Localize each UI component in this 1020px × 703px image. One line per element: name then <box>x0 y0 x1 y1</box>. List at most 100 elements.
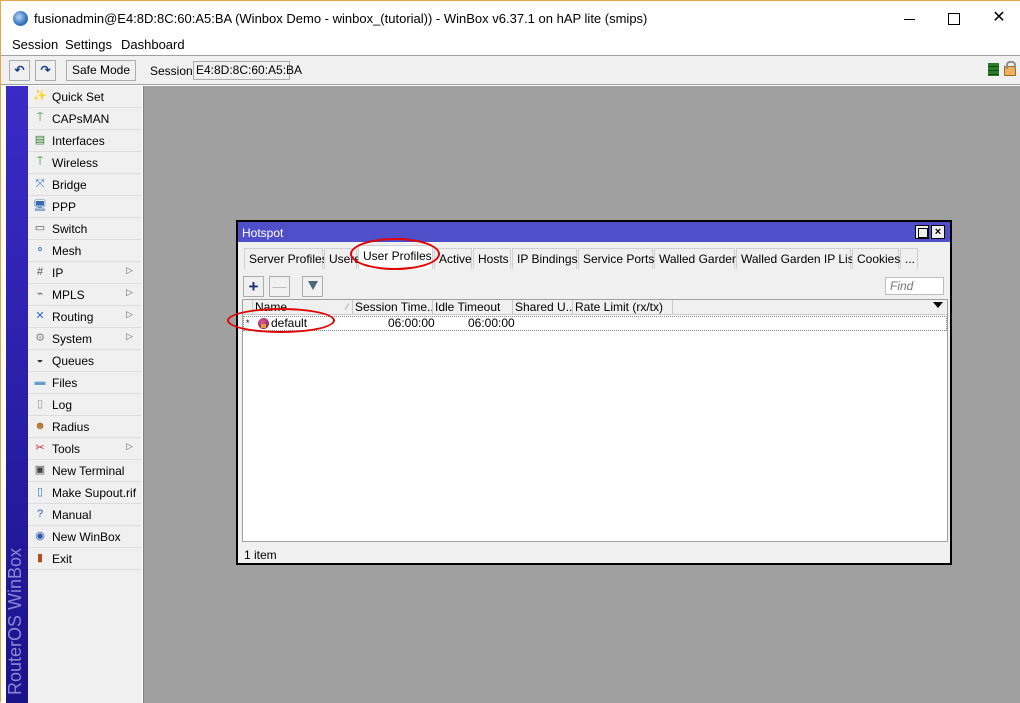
table-header: Name ⁄ Session Time... Idle Timeout Share… <box>243 300 947 315</box>
sidebar-item-label: Files <box>52 376 78 390</box>
sidebar-item-routing[interactable]: ✕ Routing ▷ <box>28 306 141 328</box>
hotspot-maximize-button[interactable] <box>915 225 929 239</box>
add-button[interactable]: + <box>243 276 264 297</box>
row-session-timeout: 06:00:00 <box>388 316 435 330</box>
sidebar-item-exit[interactable]: ▮ Exit <box>28 548 141 570</box>
column-shared-users[interactable]: Shared U... <box>513 300 573 315</box>
tab-cookies[interactable]: Cookies <box>852 248 900 269</box>
main-toolbar: ↶ ↷ Safe Mode Session: E4:8D:8C:60:A5:BA <box>1 55 1020 85</box>
wand-icon: ✨ <box>33 90 47 102</box>
antenna-icon: ⍑ <box>36 156 44 168</box>
sidebar-item-quick-set[interactable]: ✨ Quick Set <box>28 86 141 108</box>
column-name[interactable]: Name ⁄ <box>253 300 353 315</box>
sidebar-item-capsman[interactable]: ⍑ CAPsMAN <box>28 108 141 130</box>
sidebar-item-log[interactable]: ▯ Log <box>28 394 141 416</box>
winbox-icon: ◉ <box>35 530 45 542</box>
tab-more[interactable]: ... <box>900 248 918 269</box>
tab-walled-garden[interactable]: Walled Garden <box>654 248 739 269</box>
menubar: Session Settings Dashboard <box>1 35 1020 55</box>
safe-mode-button[interactable]: Safe Mode <box>66 60 136 81</box>
submenu-arrow-icon: ▷ <box>126 441 133 451</box>
sidebar-item-new-terminal[interactable]: ▣ New Terminal <box>28 460 141 482</box>
close-button[interactable]: ✕ <box>977 5 1020 31</box>
sidebar-item-make-supout-rif[interactable]: ▯ Make Supout.rif <box>28 482 141 504</box>
sidebar-item-mesh[interactable]: ⚬ Mesh <box>28 240 141 262</box>
folder-icon: ▬ <box>34 376 46 388</box>
exit-door-icon: ▮ <box>36 552 44 564</box>
file-export-icon: ▯ <box>36 486 44 498</box>
switch-icon: ▭ <box>34 222 46 234</box>
sidebar-item-label: Bridge <box>52 178 87 192</box>
tab-hosts[interactable]: Hosts <box>473 248 511 269</box>
remove-button[interactable]: — <box>269 276 290 297</box>
tab-walled-garden-ip-list[interactable]: Walled Garden IP List <box>736 248 857 269</box>
menu-dashboard[interactable]: Dashboard <box>121 37 185 52</box>
sidebar-item-label: Make Supout.rif <box>52 486 137 500</box>
tag-icon: ⌁ <box>36 288 44 300</box>
sidebar-item-ppp[interactable]: 🖥 PPP <box>28 196 141 218</box>
filter-button[interactable] <box>302 276 323 297</box>
hotspot-close-button[interactable]: × <box>931 225 945 239</box>
sidebar-item-label: New Terminal <box>52 464 125 478</box>
tab-ip-bindings[interactable]: IP Bindings <box>512 248 578 269</box>
connection-status-icon <box>988 63 999 76</box>
tab-user-profiles[interactable]: User Profiles <box>358 245 433 269</box>
bridge-icon: ⤧ <box>35 178 45 190</box>
hotspot-titlebar[interactable]: Hotspot × <box>238 222 950 242</box>
redo-button[interactable]: ↷ <box>35 60 56 81</box>
undo-button[interactable]: ↶ <box>9 60 30 81</box>
menu-session[interactable]: Session <box>12 37 58 52</box>
sidebar-item-bridge[interactable]: ⤧ Bridge <box>28 174 141 196</box>
sidebar-item-tools[interactable]: ✂ Tools ▷ <box>28 438 141 460</box>
sidebar-item-label: Manual <box>52 508 92 522</box>
lock-icon <box>1004 61 1016 76</box>
sidebar-item-label: Wireless <box>52 156 99 170</box>
sidebar-item-mpls[interactable]: ⌁ MPLS ▷ <box>28 284 141 306</box>
sidebar-item-label: Queues <box>52 354 95 368</box>
sidebar-item-wireless[interactable]: ⍑ Wireless <box>28 152 141 174</box>
routing-icon: ✕ <box>35 310 45 322</box>
sidebar-item-label: System <box>52 332 93 346</box>
sidebar-item-switch[interactable]: ▭ Switch <box>28 218 141 240</box>
column-chooser-dropdown-icon[interactable] <box>933 302 943 308</box>
maximize-button[interactable] <box>932 5 976 31</box>
sidebar-item-interfaces[interactable]: ▤ Interfaces <box>28 130 141 152</box>
column-idle-timeout[interactable]: Idle Timeout <box>433 300 513 315</box>
tab-service-ports[interactable]: Service Ports <box>578 248 654 269</box>
hotspot-title: Hotspot <box>242 226 284 240</box>
sidebar-item-new-winbox[interactable]: ◉ New WinBox <box>28 526 141 548</box>
column-rate-limit[interactable]: Rate Limit (rx/tx) <box>573 300 673 315</box>
find-input[interactable] <box>885 277 944 295</box>
session-label: Session: <box>150 64 197 78</box>
menu-settings[interactable]: Settings <box>65 37 112 52</box>
table-row[interactable]: * default 06:00:00 06:00:00 <box>243 316 947 331</box>
sidebar-item-label: Interfaces <box>52 134 105 148</box>
sidebar-item-files[interactable]: ▬ Files <box>28 372 141 394</box>
user-profile-icon <box>258 318 269 329</box>
hotspot-window: Hotspot × Server Profiles Users User Profi… <box>236 220 952 565</box>
ppp-icon: 🖥 <box>33 200 47 212</box>
sidebar-item-label: MPLS <box>52 288 85 302</box>
antenna-icon: ⍑ <box>36 112 44 124</box>
network-card-icon: ▤ <box>34 134 46 146</box>
sidebar-item-queues[interactable]: ◒ Queues <box>28 350 141 372</box>
gauge-icon: ◒ <box>36 354 44 366</box>
sidebar-item-label: IP <box>52 266 64 280</box>
sidebar-item-system[interactable]: ⚙ System ▷ <box>28 328 141 350</box>
minimize-button[interactable] <box>887 5 931 31</box>
sidebar-item-ip[interactable]: # IP ▷ <box>28 262 141 284</box>
sidebar-brand-strip: RouterOS WinBox <box>5 86 28 703</box>
sidebar-item-label: Exit <box>52 552 73 566</box>
tab-users[interactable]: Users <box>324 248 360 269</box>
column-session-timeout[interactable]: Session Time... <box>353 300 433 315</box>
submenu-arrow-icon: ▷ <box>126 309 133 319</box>
sidebar-item-radius[interactable]: ☻ Radius <box>28 416 141 438</box>
user-profiles-table: Name ⁄ Session Time... Idle Timeout Share… <box>242 299 948 542</box>
routeros-winbox-brand: RouterOS WinBox <box>5 547 25 695</box>
tab-server-profiles[interactable]: Server Profiles <box>244 248 328 269</box>
tab-active[interactable]: Active <box>434 248 472 269</box>
tools-icon: ✂ <box>35 442 45 454</box>
sidebar-item-label: CAPsMAN <box>52 112 110 126</box>
sidebar-item-manual[interactable]: ? Manual <box>28 504 141 526</box>
submenu-arrow-icon: ▷ <box>126 265 133 275</box>
